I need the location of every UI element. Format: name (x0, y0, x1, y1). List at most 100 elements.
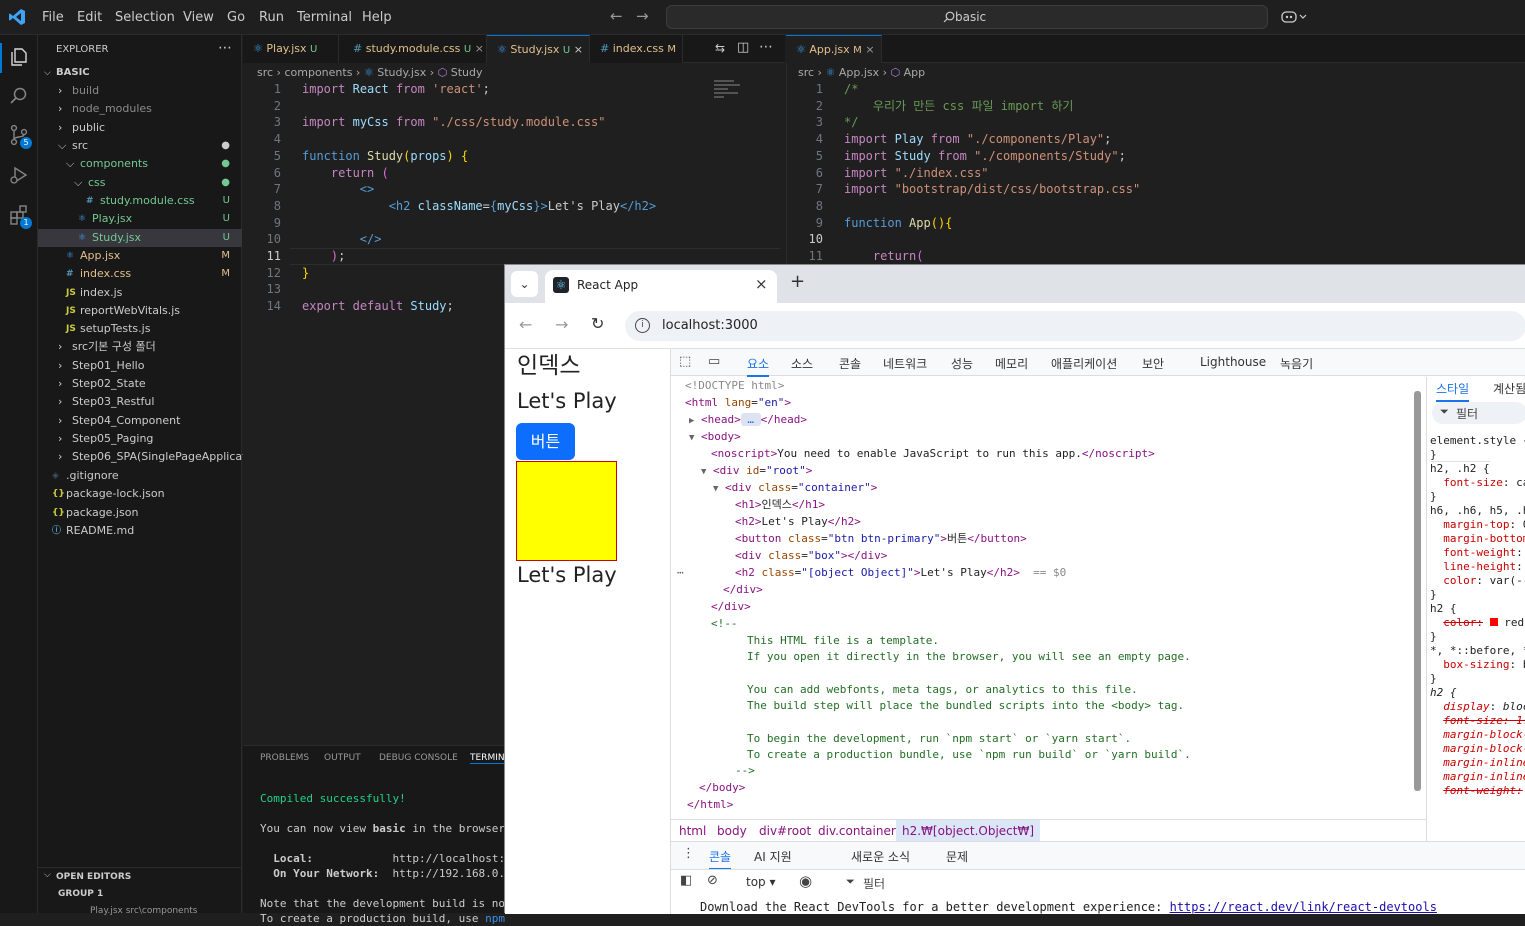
clear-console-icon[interactable]: ⊘ (707, 873, 718, 888)
forward-arrow-icon[interactable]: → (636, 7, 649, 25)
breadcrumb-item[interactable]: src (257, 66, 273, 79)
tree-item[interactable]: › build (38, 82, 242, 100)
tree-item[interactable]: ⚛ Study.jsx U (38, 229, 242, 247)
panel-tab-problems[interactable]: PROBLEMS (260, 753, 309, 763)
computed-tab[interactable]: 계산됨 (1493, 380, 1525, 397)
tab-study-module-css[interactable]: # study.module.css U × (339, 35, 487, 63)
tree-item[interactable]: › Step05_Paging (38, 430, 242, 448)
drawer-tab-console[interactable]: 콘솔 (709, 848, 732, 870)
code-editor-app[interactable]: /* 우리가 만든 css 파일 import 하기 */ import Pla… (844, 81, 1140, 264)
breadcrumb-item[interactable]: Study.jsx (377, 66, 426, 79)
styles-filter[interactable]: ⏷ 필터 (1432, 402, 1525, 424)
console-filter-input[interactable]: 필터 (863, 875, 885, 892)
tree-item[interactable]: › Step04_Component (38, 412, 242, 430)
terminal-output[interactable]: Compiled successfully! You can now view … (260, 776, 505, 926)
devtools-tab-network[interactable]: 네트워크 (883, 355, 927, 372)
tree-item[interactable]: {} package-lock.json (38, 485, 242, 503)
styles-tab[interactable]: 스타일 (1436, 380, 1470, 402)
devtools-tab-elements[interactable]: 요소 (747, 355, 770, 377)
menu-selection[interactable]: Selection (115, 10, 175, 25)
sidebar-toggle-icon[interactable]: ◧ (680, 873, 692, 888)
split-editor-icon[interactable]: ◫ (737, 40, 749, 55)
crumb-root[interactable]: div#root (759, 820, 811, 842)
tree-item[interactable]: ⚛ Play.jsx U (38, 210, 242, 228)
tree-item[interactable]: # index.css M (38, 265, 242, 283)
console-link[interactable]: https://react.dev/link/react-devtools (1170, 900, 1437, 914)
crumb-h2[interactable]: h2.₩[object.Object₩] (896, 820, 1041, 842)
back-arrow-icon[interactable]: ← (519, 315, 532, 334)
explorer-icon[interactable] (8, 46, 30, 68)
primary-button[interactable]: 버튼 (516, 423, 575, 460)
open-editor-item[interactable]: Play.jsx src\components (90, 906, 198, 916)
devtools-tab-performance[interactable]: 성능 (951, 355, 973, 372)
tab-search-button[interactable]: ⌄ (511, 271, 538, 297)
tab-index-css[interactable]: # index.css M (590, 35, 683, 63)
search-icon[interactable] (8, 85, 30, 107)
drawer-tab-whats-new[interactable]: 새로운 소식 (851, 848, 910, 865)
devtools-tab-application[interactable]: 애플리케이션 (1051, 355, 1117, 372)
close-icon[interactable]: × (574, 43, 583, 56)
tree-item[interactable]: ⌵ css ● (38, 174, 242, 192)
menu-help[interactable]: Help (362, 10, 392, 25)
tree-item[interactable]: JS setupTests.js (38, 320, 242, 338)
breadcrumb-item[interactable]: App.jsx (839, 66, 879, 79)
compare-icon[interactable]: ⇆ (715, 41, 725, 55)
forward-arrow-icon[interactable]: → (555, 315, 568, 334)
panel-tab-debug-console[interactable]: DEBUG CONSOLE (379, 753, 458, 763)
tree-item[interactable]: ⓘ README.md (38, 522, 242, 540)
devtools-tab-recorder[interactable]: 녹음기 (1280, 355, 1313, 372)
tree-item[interactable]: ◈ .gitignore (38, 467, 242, 485)
tree-item[interactable]: › Step01_Hello (38, 357, 242, 375)
run-debug-icon[interactable] (8, 164, 30, 186)
context-select[interactable]: top ▾ (746, 875, 776, 889)
panel-tab-terminal[interactable]: TERMINAL (470, 753, 504, 764)
tree-item[interactable]: › src기본 구성 폴더 (38, 338, 242, 356)
tab-play-jsx[interactable]: ⚛ Play.jsx U (243, 35, 339, 63)
menu-edit[interactable]: Edit (77, 10, 102, 25)
tree-item[interactable]: ⌵ components ● (38, 155, 242, 173)
close-icon[interactable]: × (865, 43, 874, 56)
tree-item[interactable]: ⌵ src ● (38, 137, 242, 155)
devtools-tab-memory[interactable]: 메모리 (995, 355, 1028, 372)
tree-item[interactable]: › Step03_Restful (38, 393, 242, 411)
tree-item[interactable]: ⚛ App.jsx M (38, 247, 242, 265)
more-actions-icon[interactable]: ⋯ (759, 39, 773, 55)
devtools-tab-console[interactable]: 콘솔 (839, 355, 861, 372)
copilot-icon[interactable] (1281, 9, 1307, 25)
reload-icon[interactable]: ↻ (591, 314, 604, 333)
tree-item[interactable]: › Step02_State (38, 375, 242, 393)
site-info-icon[interactable]: i (635, 318, 650, 333)
command-search-box[interactable]: basic (666, 5, 1268, 29)
device-toolbar-icon[interactable]: ▭ (708, 354, 720, 369)
breadcrumb-item[interactable]: Study (451, 66, 483, 79)
new-tab-icon[interactable]: + (790, 271, 805, 292)
tree-item[interactable]: JS reportWebVitals.js (38, 302, 242, 320)
back-arrow-icon[interactable]: ← (610, 7, 623, 25)
menu-run[interactable]: Run (259, 10, 284, 25)
devtools-tab-lighthouse[interactable]: Lighthouse (1200, 355, 1266, 369)
live-expression-icon[interactable]: ◉ (799, 872, 812, 890)
style-rules[interactable]: element.style { } h2, .h2 { font-size: c… (1430, 434, 1525, 798)
root-folder[interactable]: ⌵ BASIC (38, 64, 242, 82)
panel-tab-output[interactable]: OUTPUT (324, 753, 361, 763)
tree-item[interactable]: › Step06_SPA(SinglePageApplication) (38, 448, 267, 466)
browser-tab[interactable]: ⚛ React App × (545, 270, 777, 303)
devtools-tab-sources[interactable]: 소스 (791, 355, 813, 372)
menu-go[interactable]: Go (227, 10, 245, 25)
crumb-body[interactable]: body (717, 820, 747, 842)
tree-item[interactable]: › node_modules (38, 100, 242, 118)
crumb-html[interactable]: html (679, 820, 706, 842)
menu-file[interactable]: File (42, 10, 64, 25)
crumb-container[interactable]: div.container (818, 820, 896, 842)
drawer-tab-ai[interactable]: AI 지원 (754, 848, 792, 865)
close-icon[interactable]: × (755, 275, 768, 293)
drawer-menu-icon[interactable]: ⋮ (682, 846, 695, 861)
url-field[interactable]: i localhost:3000 (625, 311, 1525, 341)
more-actions-icon[interactable]: ⋯ (218, 40, 232, 56)
dom-scrollbar[interactable] (1414, 391, 1421, 791)
tree-item[interactable]: › public (38, 119, 242, 137)
close-icon[interactable]: × (475, 42, 484, 55)
tree-item[interactable]: # study.module.css U (38, 192, 242, 210)
menu-view[interactable]: View (183, 10, 214, 25)
local-url[interactable]: http://localhost:3000 (392, 852, 505, 865)
